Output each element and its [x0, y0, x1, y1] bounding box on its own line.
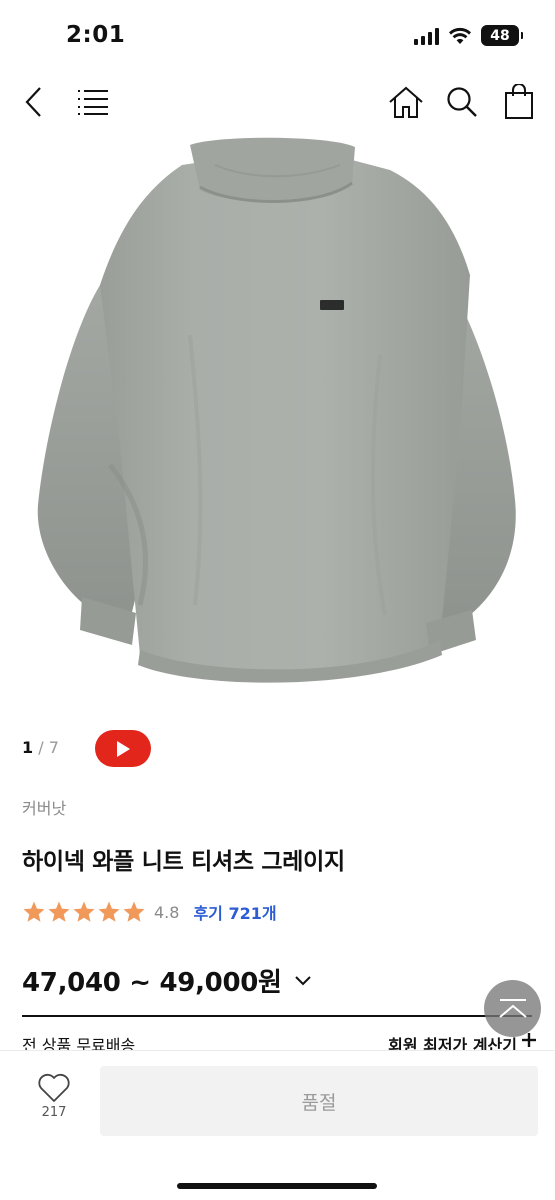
heart-icon — [38, 1073, 70, 1102]
home-button[interactable] — [386, 82, 426, 122]
search-button[interactable] — [442, 82, 482, 122]
star-icon — [98, 901, 120, 922]
rating-row: 4.8 후기 721개 — [22, 899, 277, 925]
menu-icon — [78, 90, 108, 115]
pager-separator: / — [38, 738, 49, 757]
like-button[interactable]: 217 — [26, 1073, 82, 1133]
chevron-down-icon — [294, 975, 311, 985]
price-range: 47,040 ~ 49,000원 — [22, 968, 282, 998]
like-count: 217 — [41, 1105, 67, 1120]
scroll-top-icon — [498, 998, 527, 1018]
free-shipping-text: 전 상품 무료배송 — [22, 1036, 136, 1050]
status-bar: 2:01 48 — [0, 0, 555, 70]
signal-icon — [414, 27, 439, 45]
home-icon — [389, 86, 423, 118]
product-title: 하이넥 와플 니트 티셔츠 그레이지 — [22, 849, 345, 875]
price-calculator-link[interactable]: 회원 최저가 계산기 — [388, 1032, 517, 1050]
wifi-icon — [449, 27, 471, 44]
price-row[interactable]: 47,040 ~ 49,000원 — [22, 962, 312, 999]
image-pager: 1 / 7 — [22, 738, 59, 757]
status-time: 2:01 — [66, 22, 126, 48]
pager-total: 7 — [48, 738, 59, 757]
nav-bar — [0, 70, 555, 135]
star-rating — [22, 900, 146, 924]
search-icon — [447, 87, 477, 117]
star-icon — [123, 901, 145, 922]
product-photo — [37, 137, 516, 683]
shopping-bag-icon — [505, 84, 533, 119]
star-icon — [73, 901, 95, 922]
scroll-top-button[interactable] — [484, 980, 541, 1037]
battery-icon: 48 — [481, 25, 523, 46]
status-icons: 48 — [414, 25, 523, 46]
video-button[interactable] — [95, 730, 151, 767]
product-image[interactable] — [0, 135, 555, 700]
back-button[interactable] — [14, 82, 54, 122]
menu-button[interactable] — [72, 82, 112, 122]
cart-button[interactable] — [499, 82, 539, 122]
back-icon — [25, 87, 41, 117]
star-icon — [23, 901, 45, 922]
divider — [22, 1015, 532, 1017]
brand-name[interactable]: 커버낫 — [22, 795, 66, 819]
rating-value: 4.8 — [154, 902, 180, 922]
review-link[interactable]: 후기 721개 — [193, 900, 276, 924]
soldout-button[interactable]: 품절 — [100, 1066, 538, 1136]
play-icon — [117, 740, 130, 757]
bottom-action-bar: 217 품절 — [0, 1050, 555, 1200]
pager-current: 1 — [22, 738, 34, 757]
star-icon — [48, 901, 70, 922]
home-indicator — [177, 1183, 377, 1189]
shipping-row: 전 상품 무료배송 회원 최저가 계산기 — [22, 1032, 537, 1050]
